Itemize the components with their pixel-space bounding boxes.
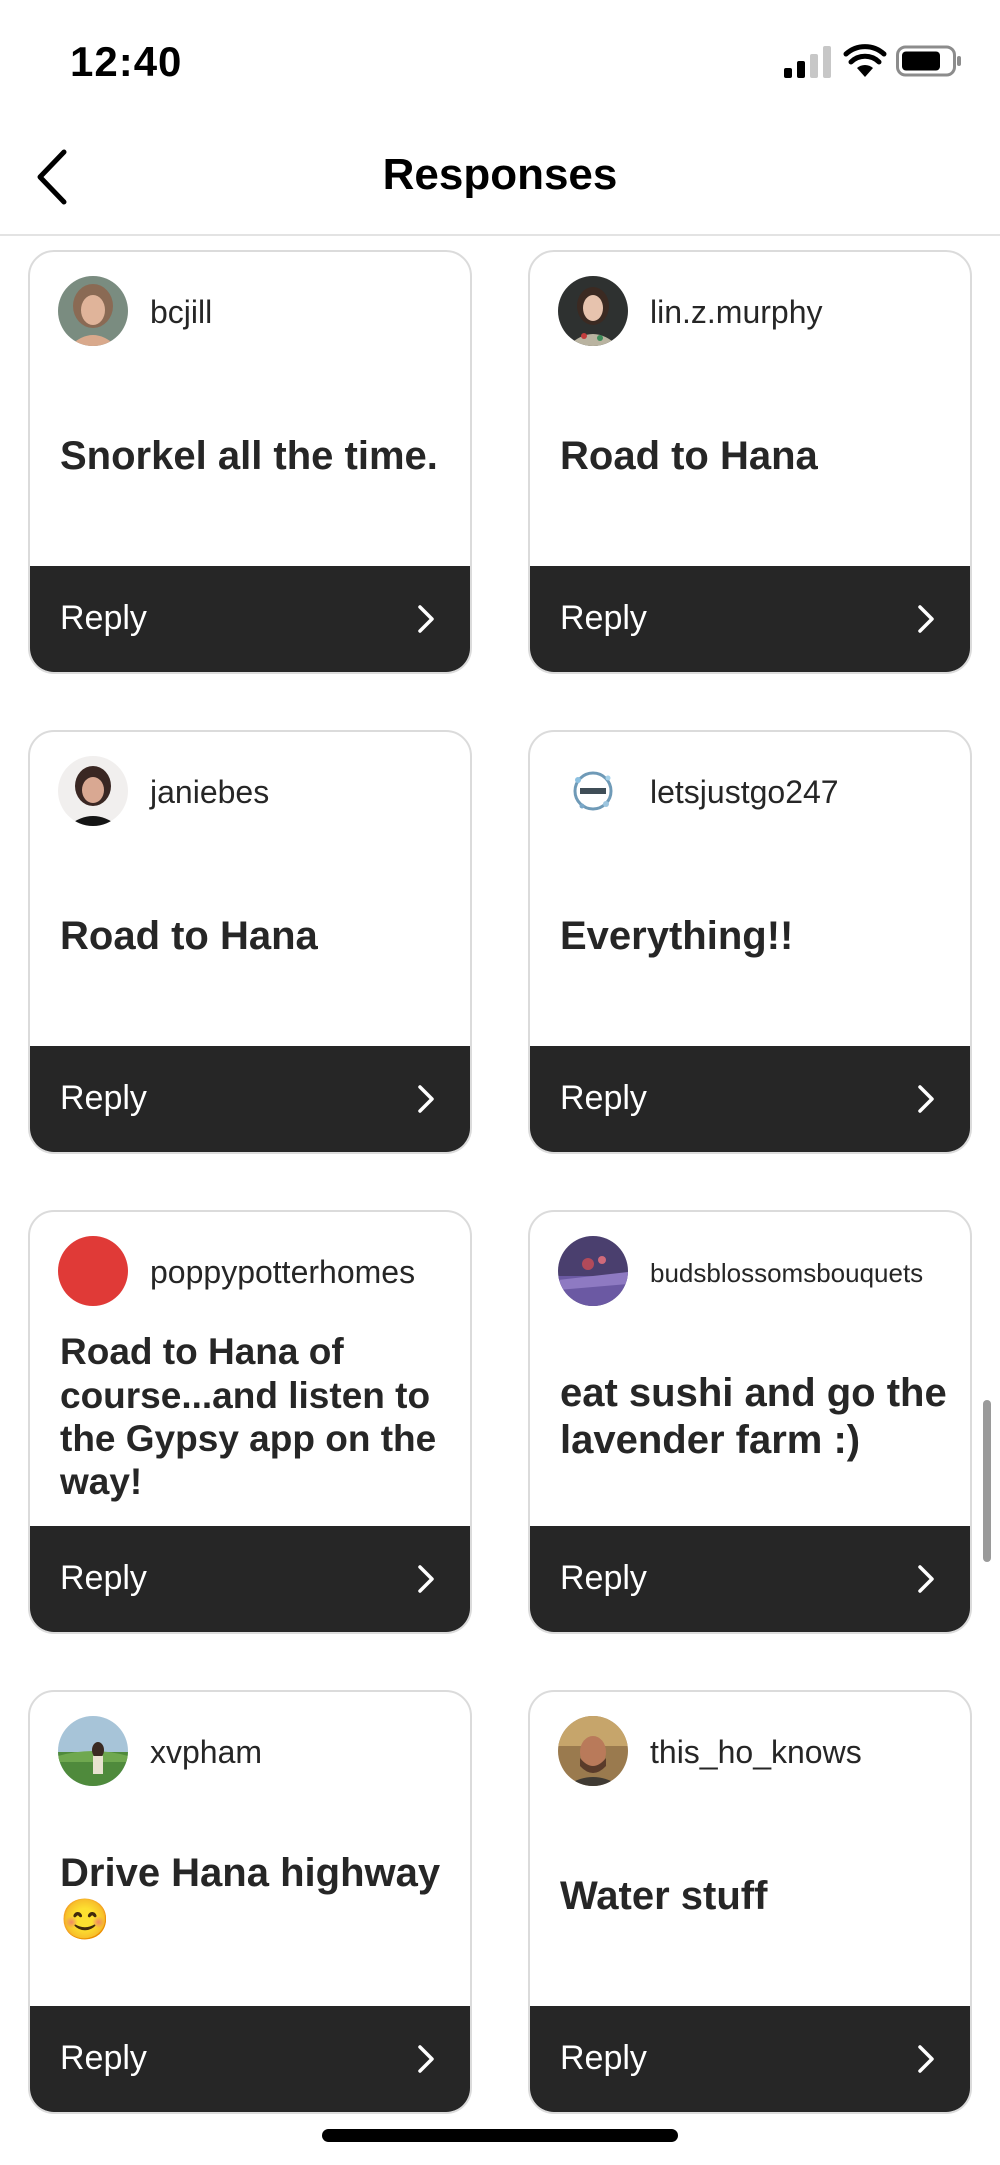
chevron-right-icon: [418, 1085, 434, 1113]
reply-button[interactable]: Reply: [530, 566, 970, 672]
status-bar: 12:40: [0, 0, 1000, 120]
card-header: janiebes: [58, 756, 450, 828]
username[interactable]: lin.z.murphy: [650, 294, 823, 331]
battery-icon: [896, 45, 961, 77]
response-card: letsjustgo247 Everything!! Reply: [528, 730, 972, 1154]
response-text: Drive Hana highway 😊: [60, 1788, 448, 2006]
response-text-content: Road to Hana: [60, 914, 318, 959]
chevron-right-icon: [918, 2045, 934, 2073]
response-card: xvpham Drive Hana highway 😊 Reply: [28, 1690, 472, 2114]
card-header: lin.z.murphy: [558, 276, 950, 348]
chevron-right-icon: [918, 605, 934, 633]
response-text-content: Water stuff: [560, 1874, 768, 1919]
card-header: poppypotterhomes: [58, 1236, 450, 1308]
card-header: letsjustgo247: [558, 756, 950, 828]
response-text: Road to Hana: [60, 828, 448, 1046]
response-card: janiebes Road to Hana Reply: [28, 730, 472, 1154]
avatar[interactable]: [58, 756, 128, 826]
response-text-content: eat sushi and go the lavender farm :): [560, 1370, 947, 1462]
reply-button[interactable]: Reply: [30, 1046, 470, 1152]
avatar[interactable]: [558, 1716, 628, 1786]
nav-header: Responses: [0, 120, 1000, 236]
avatar[interactable]: [58, 1716, 128, 1786]
home-indicator[interactable]: [322, 2129, 678, 2142]
response-text: Snorkel all the time.: [60, 348, 448, 566]
reply-button[interactable]: Reply: [30, 2006, 470, 2112]
chevron-right-icon: [918, 1085, 934, 1113]
chevron-right-icon: [418, 1565, 434, 1593]
username[interactable]: this_ho_knows: [650, 1734, 862, 1771]
username[interactable]: bcjill: [150, 294, 212, 331]
avatar[interactable]: [58, 276, 128, 346]
reply-button[interactable]: Reply: [530, 1046, 970, 1152]
reply-label: Reply: [60, 599, 147, 637]
reply-label: Reply: [60, 1079, 147, 1117]
card-header: budsblossomsbouquets: [558, 1236, 950, 1308]
chevron-right-icon: [918, 1565, 934, 1593]
username[interactable]: poppypotterhomes: [150, 1254, 415, 1291]
response-text-content: Drive Hana highway 😊: [60, 1850, 441, 1942]
reply-button[interactable]: Reply: [530, 1526, 970, 1632]
cellular-signal-icon: [784, 46, 831, 78]
response-card: lin.z.murphy Road to Hana Reply: [528, 250, 972, 674]
username[interactable]: budsblossomsbouquets: [650, 1258, 923, 1289]
response-text: Road to Hana of course...and listen to t…: [60, 1308, 448, 1526]
username[interactable]: letsjustgo247: [650, 774, 839, 811]
reply-button[interactable]: Reply: [30, 1526, 470, 1632]
response-text: eat sushi and go the lavender farm :): [560, 1308, 948, 1526]
response-text-content: Snorkel all the time.: [60, 434, 438, 479]
reply-label: Reply: [560, 1079, 647, 1117]
responses-scroll-area[interactable]: bcjill Snorkel all the time. Reply lin.z…: [0, 236, 1000, 2165]
response-card: this_ho_knows Water stuff Reply: [528, 1690, 972, 2114]
chevron-right-icon: [418, 605, 434, 633]
reply-label: Reply: [560, 599, 647, 637]
status-time: 12:40: [70, 38, 183, 85]
wifi-icon: [843, 44, 887, 77]
avatar[interactable]: [558, 1236, 628, 1306]
reply-button[interactable]: Reply: [530, 2006, 970, 2112]
response-text: Everything!!: [560, 828, 948, 1046]
reply-button[interactable]: Reply: [30, 566, 470, 672]
username[interactable]: janiebes: [150, 774, 269, 811]
response-text: Water stuff: [560, 1788, 948, 2006]
scrollbar-thumb[interactable]: [983, 1400, 991, 1562]
chevron-right-icon: [418, 2045, 434, 2073]
response-text-content: Road to Hana: [560, 434, 818, 479]
response-card: poppypotterhomes Road to Hana of course.…: [28, 1210, 472, 1634]
reply-label: Reply: [560, 2039, 647, 2077]
avatar[interactable]: [558, 276, 628, 346]
reply-label: Reply: [560, 1559, 647, 1597]
avatar[interactable]: [58, 1236, 128, 1306]
response-card: budsblossomsbouquets eat sushi and go th…: [528, 1210, 972, 1634]
card-header: bcjill: [58, 276, 450, 348]
responses-grid: bcjill Snorkel all the time. Reply lin.z…: [0, 236, 1000, 2165]
page-title: Responses: [382, 150, 618, 199]
reply-label: Reply: [60, 1559, 147, 1597]
reply-label: Reply: [60, 2039, 147, 2077]
response-card: bcjill Snorkel all the time. Reply: [28, 250, 472, 674]
username[interactable]: xvpham: [150, 1734, 262, 1771]
response-text: Road to Hana: [560, 348, 948, 566]
card-header: this_ho_knows: [558, 1716, 950, 1788]
response-text-content: Everything!!: [560, 914, 794, 959]
avatar[interactable]: [558, 756, 628, 826]
card-header: xvpham: [58, 1716, 450, 1788]
response-text-content: Road to Hana of course...and listen to t…: [60, 1331, 437, 1503]
